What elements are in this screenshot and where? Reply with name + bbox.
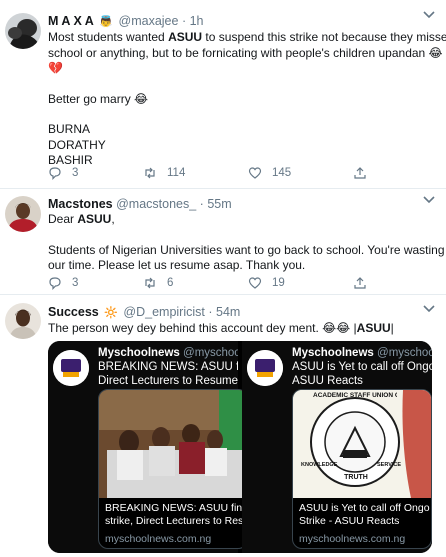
tweet-text: The person wey dey behind this account d… <box>48 321 434 337</box>
myschoolnews-avatar <box>247 350 283 386</box>
embedded-tweet-text: Myschoolnews @myschoolnews ASUU is Yet t… <box>292 347 432 387</box>
chevron-down-icon[interactable] <box>422 304 436 314</box>
reply-icon <box>49 277 61 290</box>
retweet-count: 6 <box>167 277 174 289</box>
avatar[interactable] <box>5 13 41 49</box>
reply-count: 3 <box>72 277 79 289</box>
reply-button[interactable]: 3 <box>48 165 78 181</box>
tweet-line: Better go marry 😂 <box>48 91 149 106</box>
tweet-maxa[interactable]: M A X A 👼 @maxajee · 1h Most students wa… <box>0 0 446 189</box>
display-name[interactable]: Success <box>48 305 99 319</box>
myschoolnews-logo-icon <box>53 350 89 386</box>
reply-icon <box>49 167 61 180</box>
separator: · <box>181 14 187 28</box>
retweet-count: 114 <box>167 167 186 179</box>
embedded-tweet-text: Myschoolnews @myschoolnews BREAKING NEWS… <box>98 347 238 387</box>
logo-left-text: KNOWLEDGE <box>301 462 338 468</box>
tweet-line: school or anything, but to be fornicatin… <box>48 45 443 60</box>
retweet-icon <box>145 167 155 179</box>
media-image-1[interactable]: Myschoolnews @myschoolnews BREAKING NEWS… <box>48 341 248 553</box>
myschoolnews-avatar <box>53 350 89 386</box>
retweet-button[interactable]: 6 <box>143 275 173 291</box>
keyword-highlight: ASUU <box>168 30 203 44</box>
share-icon <box>354 167 366 179</box>
reply-button[interactable]: 3 <box>48 275 78 291</box>
avatar[interactable] <box>5 303 41 339</box>
like-count: 145 <box>272 167 292 179</box>
display-name[interactable]: M A X A <box>48 14 94 28</box>
tweet-macstones[interactable]: Macstones @macstones_ · 55m Dear ASUU, S… <box>0 189 446 295</box>
asuu-logo-image: ACADEMIC STAFF UNION OF UNIVERSITIES TRU… <box>293 390 431 498</box>
heart-icon <box>248 167 262 179</box>
tweet-line: Most students wanted ASUU to suspend thi… <box>48 30 446 44</box>
chevron-down-icon[interactable] <box>422 195 436 205</box>
reply-count: 3 <box>72 167 79 179</box>
tweet-text: Most students wanted ASUU to suspend thi… <box>48 30 446 169</box>
retweet-icon <box>145 277 155 289</box>
handle[interactable]: @maxajee <box>119 14 179 28</box>
logo-bottom-text: TRUTH <box>344 474 368 481</box>
news-photo <box>99 390 247 498</box>
timestamp[interactable]: 1h <box>190 14 204 28</box>
logo-right-text: SERVICE <box>377 462 402 468</box>
link-card-domain: myschoolnews.com.ng <box>299 533 406 545</box>
display-name[interactable]: Macstones <box>48 197 113 211</box>
tweet-media[interactable]: Myschoolnews @myschoolnews BREAKING NEWS… <box>48 341 432 553</box>
heart-icon <box>248 277 262 289</box>
media-image-2[interactable]: Myschoolnews @myschoolnews ASUU is Yet t… <box>242 341 432 553</box>
like-button[interactable]: 145 <box>248 165 291 181</box>
share-button[interactable] <box>353 165 377 181</box>
retweet-button[interactable]: 114 <box>143 165 185 181</box>
avatar-image <box>5 303 41 339</box>
separator: · <box>199 197 204 211</box>
tweet-text: Dear ASUU, Students of Nigerian Universi… <box>48 212 445 274</box>
link-card[interactable]: BREAKING NEWS: ASUU finally strike, Dire… <box>98 389 248 549</box>
avatar[interactable] <box>5 196 41 232</box>
tweet-actions: 3 6 19 <box>48 275 428 291</box>
like-button[interactable]: 19 <box>248 275 285 291</box>
tweet-line: Students of Nigerian Universities want t… <box>48 242 445 257</box>
tweet-line: BURNA <box>48 122 91 136</box>
tweet-line: DORATHY <box>48 137 106 152</box>
share-icon <box>354 277 366 289</box>
link-card-title: ASUU is Yet to call off Ongo Strike - AS… <box>299 502 430 527</box>
tweet-header: M A X A 👼 @maxajee · 1h <box>48 13 204 30</box>
logo-ring-text: ACADEMIC STAFF UNION OF UNIVERSITIES <box>313 392 397 399</box>
tweet-header: Success 🔆 @D_empiricist · 54m <box>48 304 240 321</box>
share-button[interactable] <box>353 275 377 291</box>
myschoolnews-logo-icon <box>247 350 283 386</box>
separator: · <box>208 305 213 319</box>
chevron-down-icon[interactable] <box>422 10 436 20</box>
link-card-domain: myschoolnews.com.ng <box>105 533 212 545</box>
timestamp[interactable]: 55m <box>207 197 231 211</box>
link-card-title: BREAKING NEWS: ASUU finally strike, Dire… <box>105 502 248 527</box>
angel-emoji-icon: 👼 <box>99 16 114 28</box>
avatar-image <box>5 13 41 49</box>
like-count: 19 <box>272 277 285 289</box>
handle[interactable]: @D_empiricist <box>123 305 204 319</box>
keyword-highlight: ASUU <box>356 321 391 335</box>
tweet-actions: 3 114 145 <box>48 165 428 181</box>
avatar-image <box>5 196 41 232</box>
tweet-line: The person wey dey behind this account d… <box>48 321 394 335</box>
tweet-header: Macstones @macstones_ · 55m <box>48 196 232 212</box>
tweet-line: Dear ASUU, <box>48 212 115 226</box>
tweet-line: our time. Please let us resume asap. Tha… <box>48 258 306 272</box>
tweet-line: 💔 <box>48 61 63 75</box>
timeline: M A X A 👼 @maxajee · 1h Most students wa… <box>0 0 446 557</box>
keyword-highlight: ASUU <box>77 212 112 226</box>
timestamp[interactable]: 54m <box>216 305 240 319</box>
link-card[interactable]: ACADEMIC STAFF UNION OF UNIVERSITIES TRU… <box>292 389 432 549</box>
handle[interactable]: @macstones_ <box>116 197 196 211</box>
sparkle-sun-emoji-icon: 🔆 <box>104 307 118 319</box>
